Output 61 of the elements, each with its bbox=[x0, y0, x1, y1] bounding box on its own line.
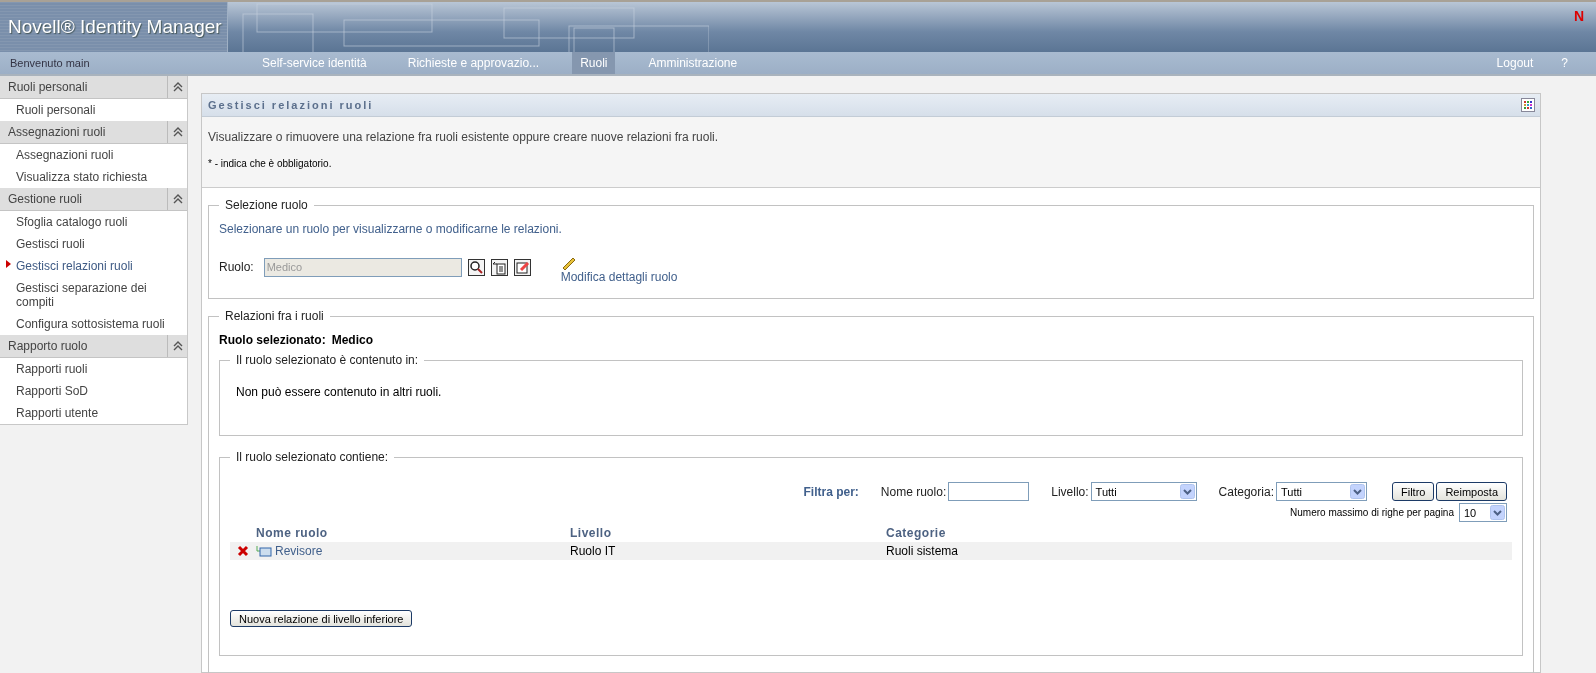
sidebar-item[interactable]: Sfoglia catalogo ruoli bbox=[0, 211, 187, 233]
filter-label: Filtra per: bbox=[803, 484, 859, 499]
required-note: * - indica che è obbligatorio. bbox=[208, 158, 333, 169]
hint-text: Selezionare un ruolo per visualizzarne o modificarne le relazioni. bbox=[219, 222, 563, 236]
section-title: Rapporto ruolo bbox=[8, 339, 88, 353]
role-link[interactable]: Revisore bbox=[275, 544, 323, 558]
sidebar-item[interactable]: Ruoli personali bbox=[0, 99, 187, 121]
sidebar-item[interactable]: Assegnazioni ruoli bbox=[0, 144, 187, 166]
field-label: Livello: bbox=[1051, 484, 1089, 499]
selected-marker-icon bbox=[6, 260, 11, 268]
selected-role-label: Ruolo selezionato: bbox=[219, 333, 326, 347]
edit-role-details-link[interactable]: Modifica dettagli ruolo bbox=[560, 256, 678, 284]
section-title: Assegnazioni ruoli bbox=[8, 125, 106, 139]
field-label: Categoria: bbox=[1218, 484, 1274, 499]
empty-message: Non può essere contenuto in altri ruoli. bbox=[235, 384, 443, 401]
search-icon[interactable] bbox=[467, 258, 485, 276]
sidebar-item[interactable]: Visualizza stato richiesta bbox=[0, 166, 187, 188]
description-text: Visualizzare o rimuovere una relazione fra ruoli esistente oppure creare nuove relazioni fra ruoli. bbox=[208, 130, 720, 144]
brand-logo: N bbox=[1573, 8, 1584, 24]
frame-legend: Relazioni fra i ruoli bbox=[219, 309, 330, 323]
column-header: Categorie bbox=[886, 525, 947, 542]
category-dropdown[interactable]: Tutti bbox=[1275, 482, 1367, 501]
column-header: Nome ruolo bbox=[256, 525, 329, 542]
sidebar-item[interactable]: Rapporti SoD bbox=[0, 380, 187, 402]
collapse-icon[interactable] bbox=[172, 194, 183, 204]
delete-icon[interactable] bbox=[237, 545, 249, 557]
welcome-text: Benvenuto main bbox=[9, 57, 91, 69]
level-dropdown[interactable]: Tutti bbox=[1090, 482, 1197, 501]
table-cell-text: Ruolo IT bbox=[570, 543, 617, 560]
selected-role-value: Medico bbox=[331, 333, 373, 347]
sidebar-item[interactable]: Configura sottosistema ruoli bbox=[0, 313, 187, 335]
section-title: Ruoli personali bbox=[8, 80, 88, 94]
filter-button[interactable]: Filtro bbox=[1391, 482, 1435, 501]
frame-legend: Il ruolo selezionato è contenuto in: bbox=[230, 353, 425, 367]
frame-legend: Il ruolo selezionato contiene: bbox=[230, 450, 395, 464]
section-title: Gestione ruoli bbox=[8, 192, 83, 206]
role-icon bbox=[256, 545, 272, 557]
table-cell-text: Ruoli sistema bbox=[886, 543, 960, 560]
collapse-icon[interactable] bbox=[172, 341, 183, 351]
app-title: Novell® Identity Manager bbox=[8, 16, 222, 38]
edit-icon[interactable] bbox=[513, 258, 531, 276]
pencil-icon bbox=[560, 256, 577, 270]
grid-menu-icon[interactable] bbox=[1521, 98, 1535, 112]
collapse-icon[interactable] bbox=[172, 82, 183, 92]
sidebar-item[interactable]: Gestisci ruoli bbox=[0, 233, 187, 255]
rows-per-page-label: Numero massimo di righe per pagina bbox=[1290, 507, 1454, 518]
list-icon[interactable] bbox=[490, 258, 508, 276]
collapse-icon[interactable] bbox=[172, 127, 183, 137]
reset-button[interactable]: Reimposta bbox=[1436, 482, 1507, 501]
frame-legend: Selezione ruolo bbox=[219, 198, 314, 212]
field-label: Nome ruolo: bbox=[880, 484, 947, 499]
sidebar-item[interactable]: Rapporti utente bbox=[0, 402, 187, 424]
field-label: Ruolo: bbox=[219, 260, 254, 274]
sidebar-item[interactable]: Gestisci separazione dei compiti bbox=[0, 277, 187, 313]
role-name-input-field[interactable] bbox=[948, 482, 1030, 501]
sidebar-item[interactable]: Rapporti ruoli bbox=[0, 358, 187, 380]
rows-per-page-dropdown[interactable]: 10 bbox=[1459, 503, 1507, 522]
column-header: Livello bbox=[570, 525, 613, 542]
add-relation-button[interactable]: Nuova relazione di livello inferiore bbox=[230, 610, 413, 627]
sidebar-item[interactable]: Gestisci relazioni ruoli bbox=[0, 255, 187, 277]
panel-title: Gestisci relazioni ruoli bbox=[208, 99, 374, 111]
